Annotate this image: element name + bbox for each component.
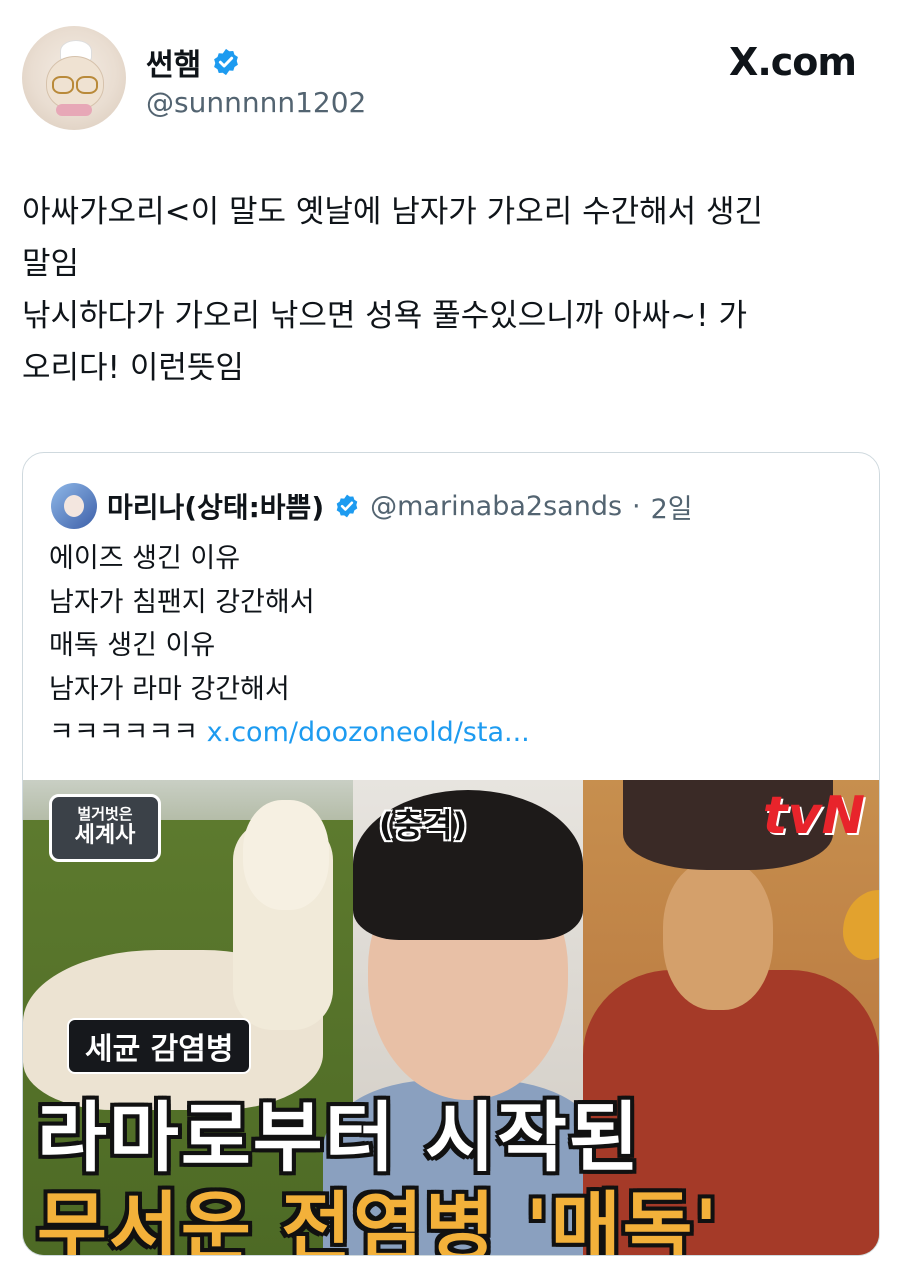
quoted-line: 남자가 라마 강간해서 <box>49 673 290 705</box>
verified-badge-icon <box>214 48 239 76</box>
quoted-line: 남자가 침팬지 강간해서 <box>49 586 315 618</box>
author-handle[interactable]: @sunnnnn1202 <box>146 86 366 119</box>
avatar-glasses-right <box>76 76 98 94</box>
painting-face <box>663 860 773 1010</box>
show-logo: 벌거벗은 세계사 <box>49 794 161 862</box>
quoted-author-handle[interactable]: @marinaba2sands <box>370 491 622 522</box>
tweet-text: 아싸가오리<이 말도 옛날에 남자가 가오리 수간해서 생긴 말임 낚시하다가 … <box>22 186 882 394</box>
quoted-laugh-text: ㅋㅋㅋㅋㅋㅋ <box>49 717 199 748</box>
channel-logo: tvN <box>762 786 865 846</box>
quoted-tweet-header: 마리나(상태:바쁨) @marinaba2sands · 2일 <box>51 483 693 529</box>
quoted-tweet-text: 에이즈 생긴 이유 남자가 침팬지 강간해서 매독 생긴 이유 남자가 라마 강… <box>49 537 530 755</box>
llama-head <box>243 800 329 910</box>
show-logo-line1: 벌거벗은 <box>77 805 133 823</box>
verified-badge-icon <box>336 494 358 518</box>
quoted-line: 에이즈 생긴 이유 <box>49 543 241 574</box>
shock-caption: (충격) <box>379 806 468 844</box>
quoted-last-line: ㅋㅋㅋㅋㅋㅋ x.com/doozoneold/sta... <box>49 711 530 755</box>
topic-tag: 세균 감염병 <box>67 1018 252 1074</box>
author-name-row: 썬햄 <box>146 40 241 84</box>
tweet-line: 아싸가오리<이 말도 옛날에 남자가 가오리 수간해서 생긴 <box>22 194 764 230</box>
quoted-media-image[interactable]: 벌거벗은 세계사 tvN (충격) 세균 감염병 라마로부터 시작된 무서운 전… <box>23 780 879 1255</box>
brand-logo: X.com <box>729 40 857 84</box>
tweet-line: 오리다! 이런뜻임 <box>22 350 244 386</box>
quoted-tweet-age[interactable]: 2일 <box>651 487 693 526</box>
quoted-tweet-card[interactable]: 마리나(상태:바쁨) @marinaba2sands · 2일 에이즈 생긴 이… <box>22 452 880 1256</box>
show-logo-line2: 세계사 <box>74 823 136 848</box>
quoted-author-name[interactable]: 마리나(상태:바쁨) <box>107 486 324 526</box>
author-name[interactable]: 썬햄 <box>146 40 201 84</box>
author-avatar[interactable] <box>22 26 126 130</box>
avatar-glasses-left <box>52 76 74 94</box>
tweet-line: 낚시하다가 가오리 낚으면 성욕 풀수있으니까 아싸~! 가 <box>22 298 747 334</box>
quoted-line: 매독 생긴 이유 <box>49 630 216 661</box>
meta-separator: · <box>632 490 641 522</box>
quoted-author-avatar[interactable] <box>51 483 97 529</box>
headline-line2: 무서운 전염병 '매독' <box>37 1183 720 1255</box>
tweet-line: 말임 <box>22 246 80 282</box>
avatar-bow <box>56 104 92 116</box>
quoted-link[interactable]: x.com/doozoneold/sta... <box>207 717 530 748</box>
